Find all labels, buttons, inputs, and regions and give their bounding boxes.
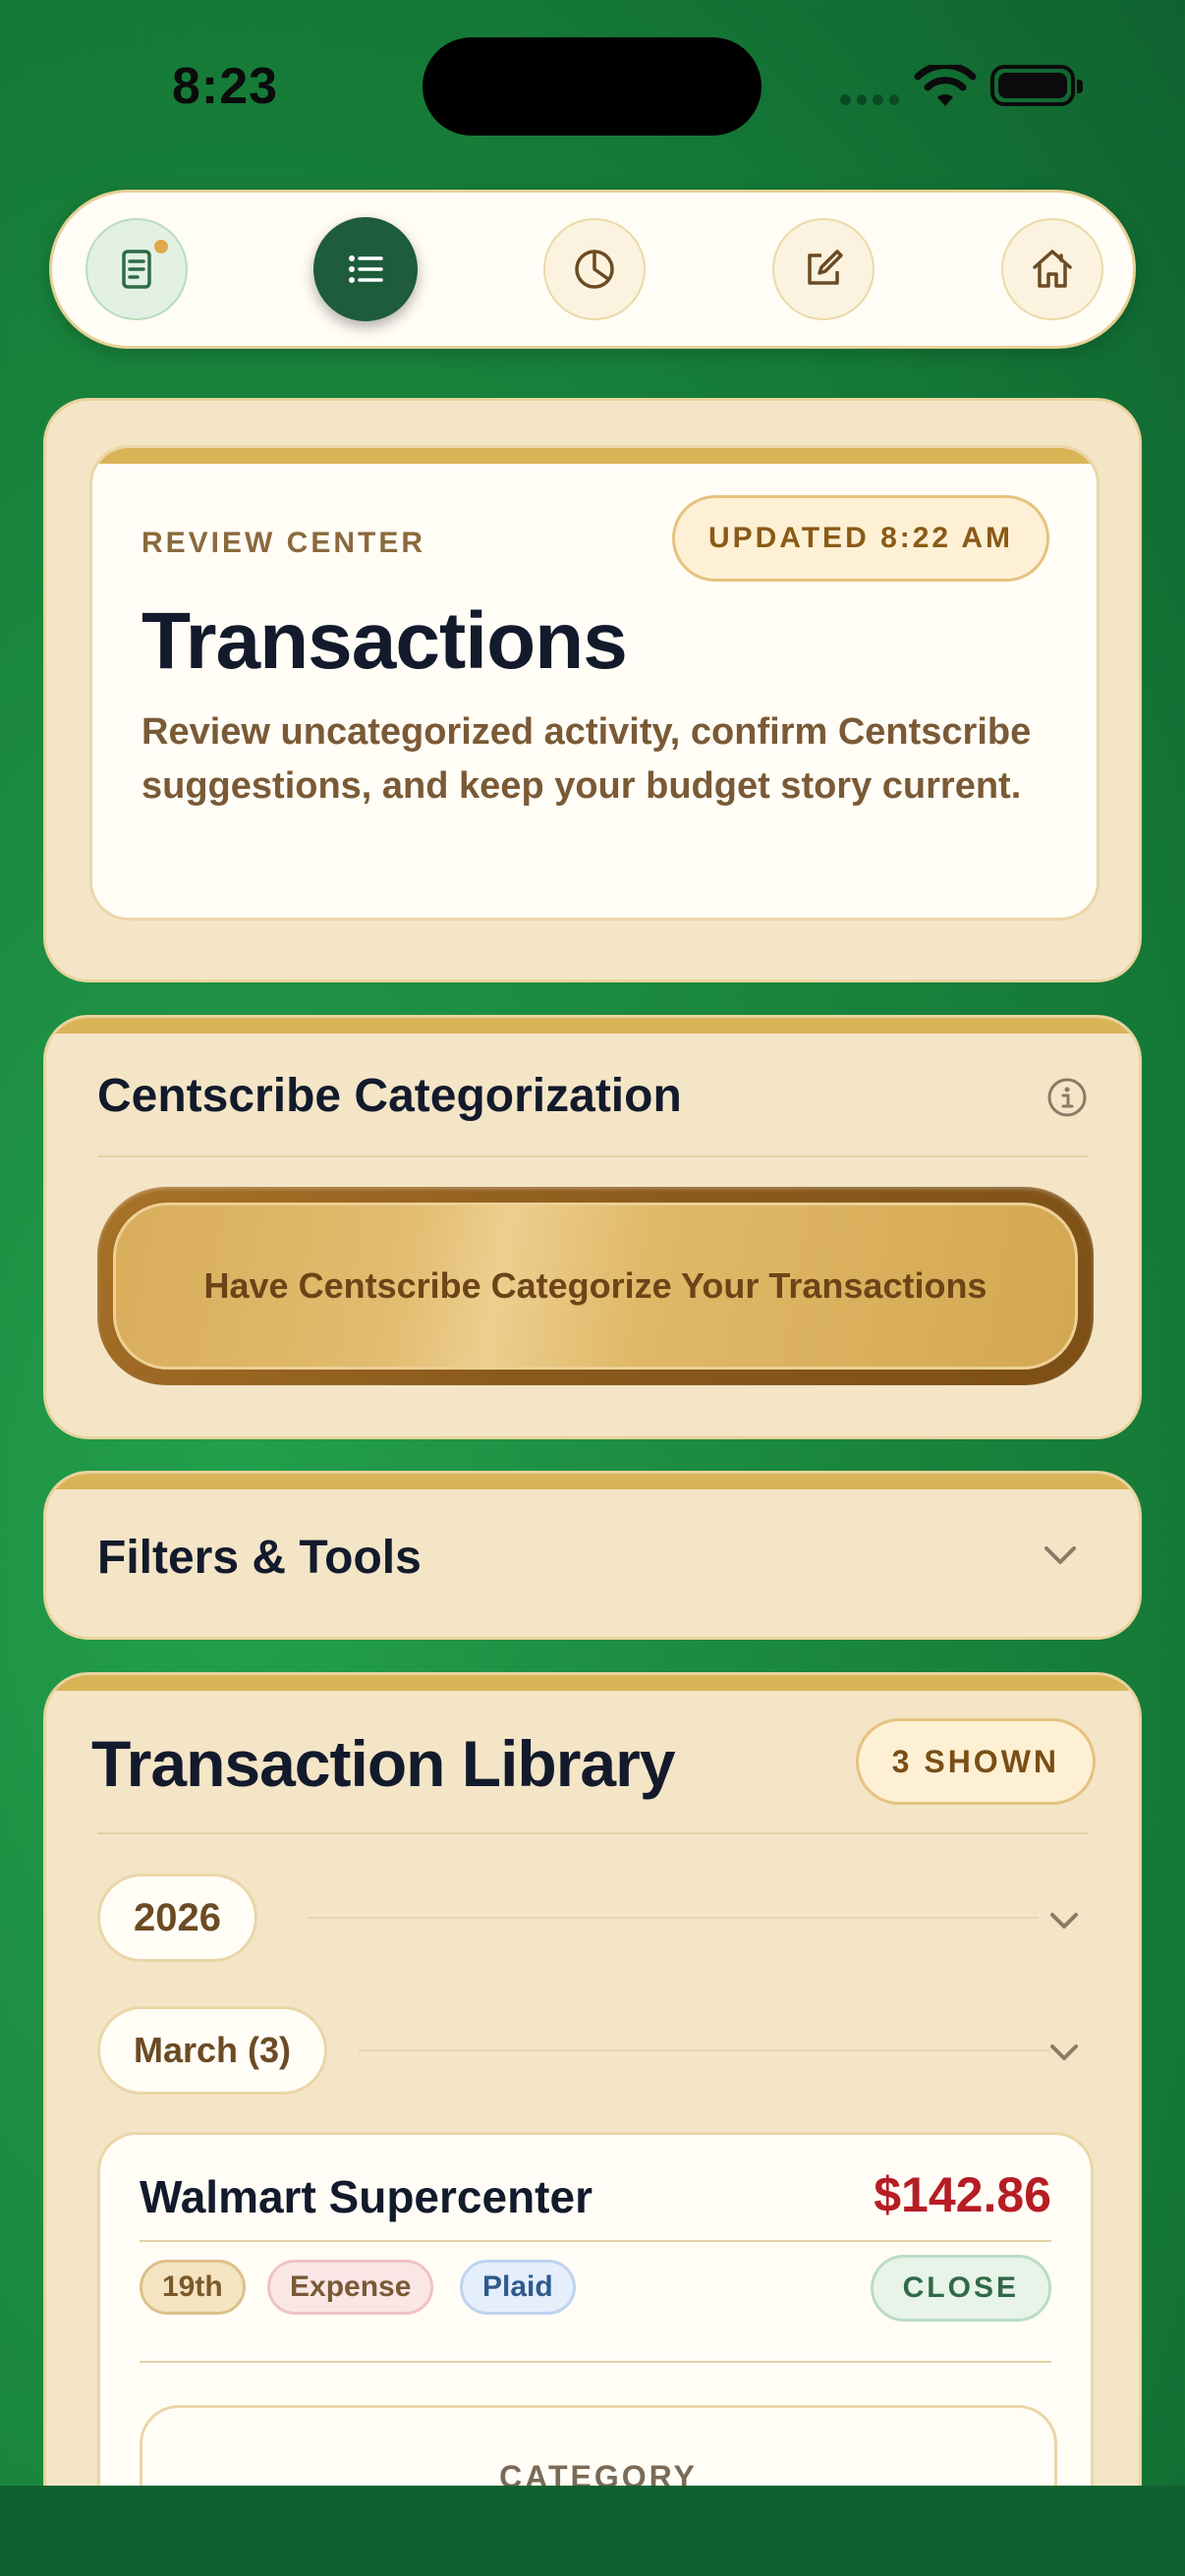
filters-title: Filters & Tools	[97, 1532, 422, 1584]
chevron-down-icon[interactable]	[1041, 1542, 1080, 1568]
categorize-button-label: Have Centscribe Categorize Your Transact…	[113, 1203, 1078, 1370]
updated-badge: UPDATED 8:22 AM	[671, 495, 1049, 582]
bottom-background	[0, 2486, 1185, 2576]
shown-count-badge: 3 SHOWN	[855, 1718, 1096, 1805]
nav-home-button[interactable]	[1001, 218, 1103, 320]
chevron-down-icon[interactable]	[1044, 2039, 1084, 2064]
info-icon[interactable]	[1046, 1077, 1088, 1118]
divider	[97, 1155, 1088, 1157]
month-group-toggle[interactable]: March (3)	[97, 2006, 328, 2095]
transaction-amount: $142.86	[874, 2167, 1051, 2222]
categorize-button[interactable]: Have Centscribe Categorize Your Transact…	[97, 1187, 1094, 1385]
transaction-library-card: Transaction Library 3 SHOWN 2026 March (…	[43, 1672, 1142, 2576]
list-icon	[349, 255, 383, 283]
year-group-toggle[interactable]: 2026	[97, 1874, 257, 1962]
nav-list-button[interactable]	[313, 217, 418, 321]
close-button[interactable]: CLOSE	[870, 2255, 1051, 2322]
pie-chart-icon	[575, 250, 614, 289]
transaction-merchant: Walmart Supercenter	[140, 2171, 592, 2222]
notification-dot	[154, 240, 168, 253]
library-title: Transaction Library	[91, 1727, 676, 1800]
page-description: Review uncategorized activity, confirm C…	[141, 711, 1032, 807]
edit-icon	[808, 250, 843, 285]
page-title: Transactions	[141, 596, 628, 686]
group-line	[359, 2049, 1050, 2051]
cellular-signal-icon	[840, 94, 899, 106]
review-center-panel: REVIEW CENTER UPDATED 8:22 AM Transactio…	[89, 445, 1100, 921]
review-center-eyebrow: REVIEW CENTER	[141, 527, 426, 559]
status-bar: 8:23	[0, 0, 1185, 172]
battery-icon	[990, 65, 1083, 106]
categorization-title: Centscribe Categorization	[97, 1070, 682, 1122]
source-tag: Plaid	[460, 2260, 576, 2315]
status-time: 8:23	[172, 58, 279, 115]
nav-chart-button[interactable]	[543, 218, 646, 320]
nav-receipt-button[interactable]	[85, 218, 188, 320]
divider	[140, 2361, 1051, 2363]
receipt-icon	[122, 250, 151, 289]
filters-tools-card[interactable]: Filters & Tools	[43, 1471, 1142, 1640]
group-line	[308, 1917, 1039, 1919]
home-icon	[1033, 250, 1072, 288]
wifi-icon	[914, 65, 977, 106]
chevron-down-icon[interactable]	[1044, 1907, 1084, 1932]
type-tag: Expense	[267, 2260, 434, 2315]
dynamic-island	[423, 37, 762, 136]
date-tag: 19th	[140, 2260, 246, 2315]
divider	[97, 1832, 1088, 1834]
categorization-card: Centscribe Categorization Have Centscrib…	[43, 1015, 1142, 1439]
review-center-card: REVIEW CENTER UPDATED 8:22 AM Transactio…	[43, 398, 1142, 982]
top-nav	[49, 190, 1136, 349]
nav-edit-button[interactable]	[772, 218, 875, 320]
divider	[140, 2240, 1051, 2242]
